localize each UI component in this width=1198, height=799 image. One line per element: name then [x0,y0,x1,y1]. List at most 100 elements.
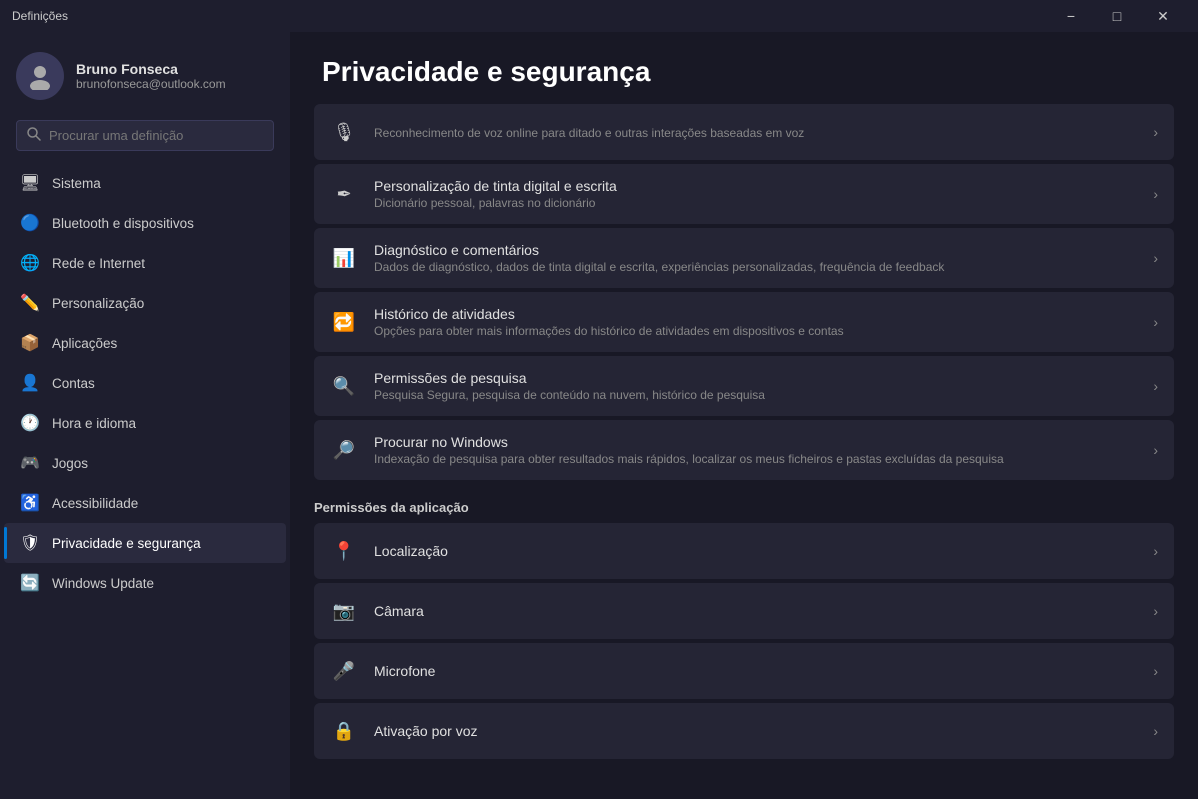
settings-icon-historico: 🔁 [330,308,358,336]
nav-label-contas: Contas [52,376,95,391]
nav-icon-personalizacao: ✏️ [20,293,40,313]
nav-icon-rede: 🌐 [20,253,40,273]
nav-icon-privacidade: 🛡 [20,533,40,553]
app-perm-title-camara: Câmara [374,603,424,619]
settings-text-reconhecimento-voz: Reconhecimento de voz online para ditado… [374,124,804,140]
app-perm-item-ativacao-voz[interactable]: 🔒 Ativação por voz › [314,703,1174,759]
app-perm-chevron-microfone: › [1153,663,1158,679]
app-perm-icon-ativacao-voz: 🔒 [330,717,358,745]
settings-title-historico: Histórico de atividades [374,306,844,322]
settings-icon-reconhecimento-voz: 🎙 [330,118,358,146]
app-body: Bruno Fonseca brunofonseca@outlook.com 🖥… [0,32,1198,799]
nav-label-personalizacao: Personalização [52,296,144,311]
maximize-button[interactable]: □ [1094,0,1140,32]
app-perm-text-camara: Câmara [374,603,424,619]
settings-desc-diagnostico: Dados de diagnóstico, dados de tinta dig… [374,260,944,274]
page-title: Privacidade e segurança [290,32,1198,104]
settings-title-diagnostico: Diagnóstico e comentários [374,242,944,258]
app-perm-item-localizacao[interactable]: 📍 Localização › [314,523,1174,579]
close-button[interactable]: ✕ [1140,0,1186,32]
sidebar-item-privacidade[interactable]: 🛡 Privacidade e segurança [4,523,286,563]
app-perm-title-ativacao-voz: Ativação por voz [374,723,478,739]
app-title: Definições [12,9,68,23]
app-perm-title-localizacao: Localização [374,543,448,559]
settings-item-left-permissoes-pesquisa: 🔍 Permissões de pesquisa Pesquisa Segura… [330,370,765,402]
user-info: Bruno Fonseca brunofonseca@outlook.com [76,61,226,91]
settings-text-historico: Histórico de atividades Opções para obte… [374,306,844,338]
app-perm-title-microfone: Microfone [374,663,435,679]
user-email: brunofonseca@outlook.com [76,77,226,91]
sidebar-item-hora[interactable]: 🕐 Hora e idioma [4,403,286,443]
sidebar-item-rede[interactable]: 🌐 Rede e Internet [4,243,286,283]
nav-label-aplicacoes: Aplicações [52,336,117,351]
nav-label-rede: Rede e Internet [52,256,145,271]
user-profile[interactable]: Bruno Fonseca brunofonseca@outlook.com [0,32,290,116]
sidebar-item-acessibilidade[interactable]: ♿ Acessibilidade [4,483,286,523]
nav-icon-aplicacoes: 📦 [20,333,40,353]
chevron-icon-procurar-windows: › [1153,442,1158,458]
settings-item-diagnostico[interactable]: 📊 Diagnóstico e comentários Dados de dia… [314,228,1174,288]
settings-title-procurar-windows: Procurar no Windows [374,434,1004,450]
settings-desc-historico: Opções para obter mais informações do hi… [374,324,844,338]
nav-list: 🖥 Sistema 🔵 Bluetooth e dispositivos 🌐 R… [0,163,290,603]
app-perm-item-camara[interactable]: 📷 Câmara › [314,583,1174,639]
settings-desc-tinta-digital: Dicionário pessoal, palavras no dicionár… [374,196,617,210]
settings-item-left-reconhecimento-voz: 🎙 Reconhecimento de voz online para dita… [330,118,804,146]
chevron-icon-tinta-digital: › [1153,186,1158,202]
app-perm-chevron-ativacao-voz: › [1153,723,1158,739]
avatar [16,52,64,100]
search-icon [27,127,41,144]
app-permissions-list: Permissões da aplicação 📍 Localização › … [290,484,1198,759]
sidebar-item-bluetooth[interactable]: 🔵 Bluetooth e dispositivos [4,203,286,243]
settings-list: 🎙 Reconhecimento de voz online para dita… [290,104,1198,480]
titlebar-left: Definições [12,9,68,23]
settings-desc-reconhecimento-voz: Reconhecimento de voz online para ditado… [374,126,804,140]
sidebar-item-contas[interactable]: 👤 Contas [4,363,286,403]
app-perm-chevron-localizacao: › [1153,543,1158,559]
titlebar-controls: − □ ✕ [1048,0,1186,32]
nav-label-jogos: Jogos [52,456,88,471]
settings-item-left-diagnostico: 📊 Diagnóstico e comentários Dados de dia… [330,242,944,274]
app-perm-icon-camara: 📷 [330,597,358,625]
settings-item-left-historico: 🔁 Histórico de atividades Opções para ob… [330,306,844,338]
settings-item-historico[interactable]: 🔁 Histórico de atividades Opções para ob… [314,292,1174,352]
titlebar: Definições − □ ✕ [0,0,1198,32]
sidebar-item-jogos[interactable]: 🎮 Jogos [4,443,286,483]
settings-text-permissoes-pesquisa: Permissões de pesquisa Pesquisa Segura, … [374,370,765,402]
chevron-icon-permissoes-pesquisa: › [1153,378,1158,394]
settings-item-reconhecimento-voz[interactable]: 🎙 Reconhecimento de voz online para dita… [314,104,1174,160]
settings-title-permissoes-pesquisa: Permissões de pesquisa [374,370,765,386]
sidebar-item-personalizacao[interactable]: ✏️ Personalização [4,283,286,323]
sidebar-item-aplicacoes[interactable]: 📦 Aplicações [4,323,286,363]
sidebar-item-sistema[interactable]: 🖥 Sistema [4,163,286,203]
nav-label-privacidade: Privacidade e segurança [52,536,201,551]
settings-item-procurar-windows[interactable]: 🔎 Procurar no Windows Indexação de pesqu… [314,420,1174,480]
settings-icon-procurar-windows: 🔎 [330,436,358,464]
search-input[interactable] [49,128,263,143]
settings-item-permissoes-pesquisa[interactable]: 🔍 Permissões de pesquisa Pesquisa Segura… [314,356,1174,416]
app-perm-icon-localizacao: 📍 [330,537,358,565]
nav-label-windows-update: Windows Update [52,576,154,591]
nav-icon-contas: 👤 [20,373,40,393]
settings-item-tinta-digital[interactable]: ✒ Personalização de tinta digital e escr… [314,164,1174,224]
app-perm-left-camara: 📷 Câmara [330,597,424,625]
nav-icon-acessibilidade: ♿ [20,493,40,513]
settings-title-tinta-digital: Personalização de tinta digital e escrit… [374,178,617,194]
chevron-icon-reconhecimento-voz: › [1153,124,1158,140]
app-permissions-header: Permissões da aplicação [314,484,1174,523]
app-perm-chevron-camara: › [1153,603,1158,619]
app-perm-item-microfone[interactable]: 🎤 Microfone › [314,643,1174,699]
app-perm-left-localizacao: 📍 Localização [330,537,448,565]
user-name: Bruno Fonseca [76,61,226,77]
nav-icon-bluetooth: 🔵 [20,213,40,233]
sidebar-item-windows-update[interactable]: 🔄 Windows Update [4,563,286,603]
settings-desc-procurar-windows: Indexação de pesquisa para obter resulta… [374,452,1004,466]
settings-item-left-procurar-windows: 🔎 Procurar no Windows Indexação de pesqu… [330,434,1004,466]
nav-label-hora: Hora e idioma [52,416,136,431]
app-perm-icon-microfone: 🎤 [330,657,358,685]
search-box[interactable] [16,120,274,151]
settings-desc-permissoes-pesquisa: Pesquisa Segura, pesquisa de conteúdo na… [374,388,765,402]
settings-icon-tinta-digital: ✒ [330,180,358,208]
app-perm-text-localizacao: Localização [374,543,448,559]
minimize-button[interactable]: − [1048,0,1094,32]
